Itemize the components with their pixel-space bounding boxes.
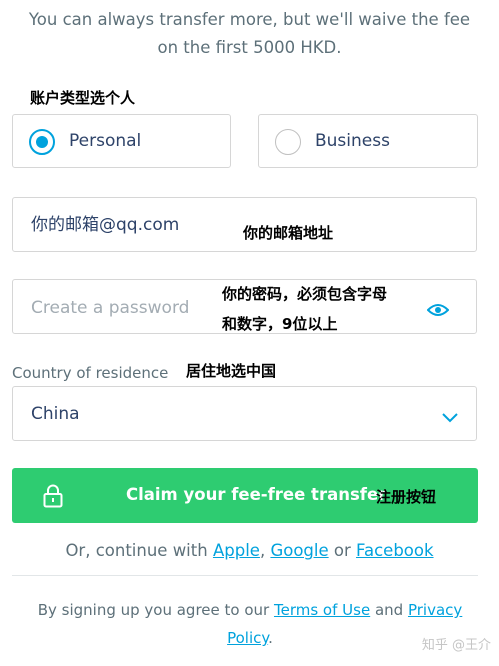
radio-unselected-icon[interactable] (275, 129, 301, 155)
social-prefix: Or, continue with (65, 541, 208, 560)
social-comma: , (259, 541, 266, 560)
facebook-link[interactable]: Facebook (356, 541, 434, 560)
intro-line-1: You can always transfer more, but we'll … (28, 10, 471, 29)
terms-text: By signing up you agree to our Terms of … (20, 596, 480, 652)
social-or: or (333, 541, 351, 560)
eye-icon[interactable] (426, 302, 450, 316)
terms-suffix: . (268, 629, 273, 647)
annotation-country: 居住地选中国 (186, 362, 277, 380)
google-link[interactable]: Google (270, 541, 328, 560)
claim-transfer-label: Claim your fee-free transfer (126, 485, 387, 504)
chevron-down-icon[interactable] (442, 408, 458, 423)
apple-link[interactable]: Apple (213, 541, 260, 560)
country-value: China (31, 404, 80, 424)
watermark: 知乎 @王介 (421, 638, 491, 653)
country-label: Country of residence (12, 364, 169, 382)
terms-of-use-link[interactable]: Terms of Use (274, 601, 370, 619)
annotation-password-1: 你的密码，必须包含字母 (222, 285, 388, 303)
claim-transfer-button[interactable]: Claim your fee-free transfer 注册按钮 (12, 468, 478, 523)
account-type-business[interactable]: Business (258, 114, 478, 168)
email-value: 你的邮箱@qq.com (31, 215, 180, 235)
terms-and: and (374, 601, 404, 619)
annotation-password-2: 和数字，9位以上 (222, 315, 338, 333)
annotation-account-type: 账户类型选个人 (30, 89, 136, 107)
business-label: Business (315, 131, 390, 151)
intro-line-2: on the first 5000 HKD. (157, 38, 342, 57)
account-type-personal[interactable]: Personal (12, 114, 231, 168)
country-select[interactable]: China (12, 386, 477, 441)
terms-prefix: By signing up you agree to our (37, 601, 270, 619)
annotation-email: 你的邮箱地址 (243, 224, 334, 242)
divider (12, 575, 478, 576)
lock-icon (43, 484, 63, 508)
personal-label: Personal (69, 131, 142, 151)
radio-selected-icon[interactable] (29, 129, 55, 155)
password-placeholder: Create a password (31, 298, 190, 318)
intro-text: You can always transfer more, but we'll … (0, 6, 499, 62)
social-login: Or, continue with Apple, Google or Faceb… (0, 540, 499, 562)
annotation-submit: 注册按钮 (376, 488, 437, 506)
